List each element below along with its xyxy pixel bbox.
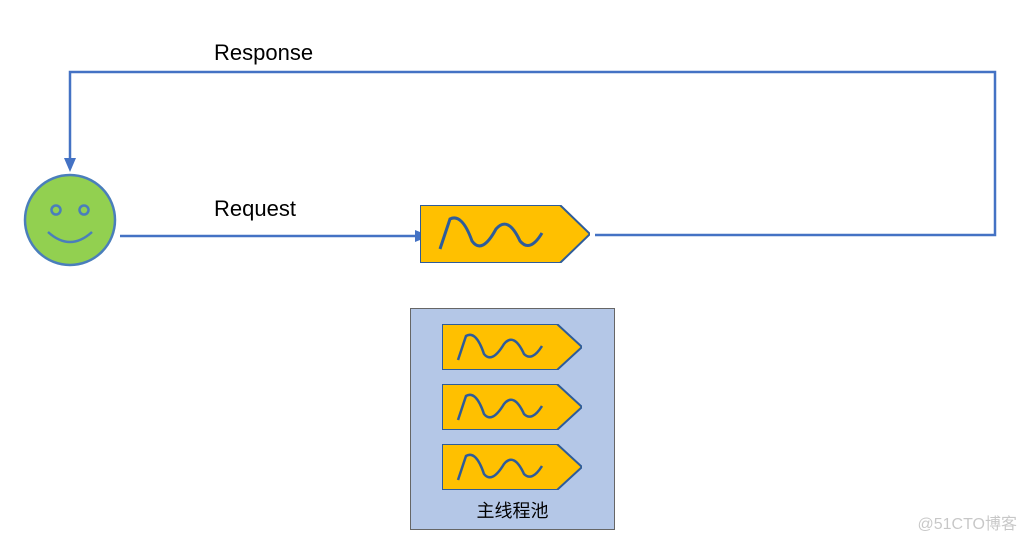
- pool-thread: [442, 444, 582, 490]
- thread-pool-label: 主线程池: [411, 497, 614, 523]
- request-label: Request: [214, 196, 296, 222]
- pool-thread: [442, 384, 582, 430]
- pool-thread: [442, 324, 582, 370]
- watermark-text: @51CTO博客: [917, 510, 1017, 534]
- worker-thread-main: [420, 205, 590, 263]
- response-label: Response: [214, 40, 313, 66]
